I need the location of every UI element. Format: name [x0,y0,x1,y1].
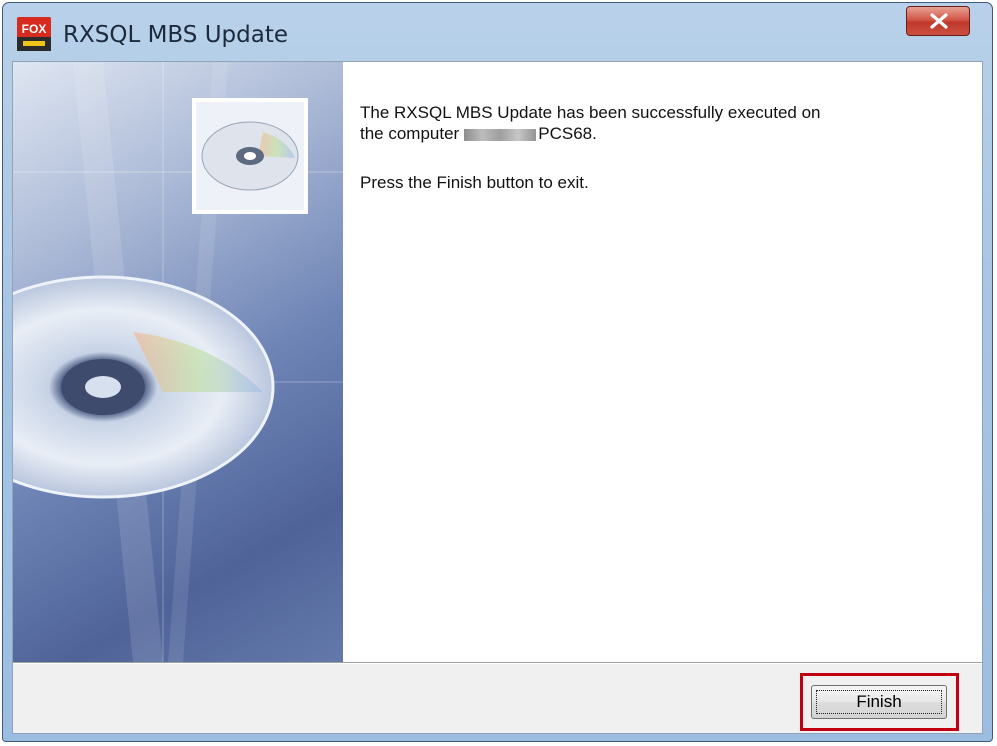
window-title: RXSQL MBS Update [63,22,288,48]
fox-logo-icon: FOX [17,17,51,51]
success-message: The RXSQL MBS Update has been successful… [360,103,821,122]
message-panel: The RXSQL MBS Update has been successful… [343,62,982,662]
finish-button[interactable]: Finish [811,685,947,719]
computer-line: the computer PCS68. [360,123,597,144]
computer-name: PCS68. [538,124,597,143]
dialog-client-area: The RXSQL MBS Update has been successful… [12,61,983,734]
computer-label: the computer [360,124,460,143]
finish-button-label: Finish [856,692,902,711]
close-icon [930,13,948,29]
close-button[interactable] [906,6,970,36]
cd-disc-illustration [13,62,343,662]
installer-window: FOX RXSQL MBS Update The RXSQL MBS Updat… [2,2,993,742]
instruction-message: Press the Finish button to exit. [360,173,589,192]
redacted-computer-name [464,128,537,141]
cd-disc-icon [201,121,299,191]
svg-text:FOX: FOX [22,22,47,36]
title-bar[interactable]: FOX RXSQL MBS Update [3,3,992,61]
footer-divider [13,662,982,664]
